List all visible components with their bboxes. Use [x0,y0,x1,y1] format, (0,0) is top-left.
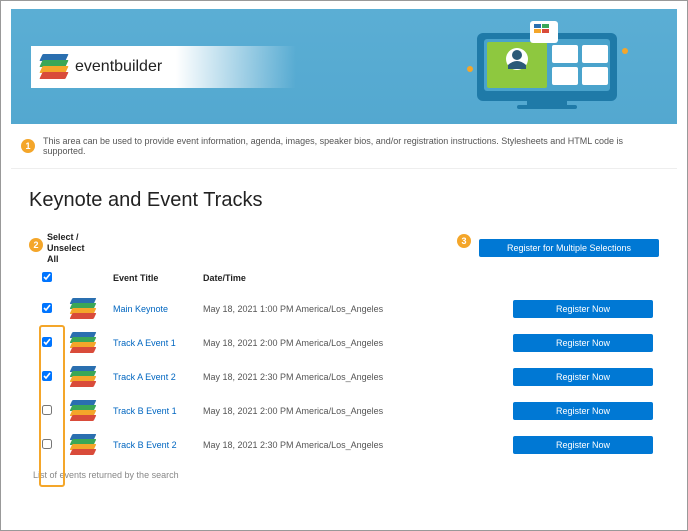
table-row: Track A Event 1 May 18, 2021 2:00 PM Amer… [29,326,659,360]
event-datetime: May 18, 2021 1:00 PM America/Los_Angeles [197,292,507,326]
layers-icon [71,434,95,454]
event-datetime: May 18, 2021 2:30 PM America/Los_Angeles [197,360,507,394]
table-caption: List of events returned by the search [29,462,659,480]
layers-icon [71,366,95,386]
row-checkbox[interactable] [42,439,52,449]
event-datetime: May 18, 2021 2:00 PM America/Los_Angeles [197,326,507,360]
event-title-link[interactable]: Track B Event 1 [113,406,177,416]
register-now-button[interactable]: Register Now [513,300,653,318]
col-datetime: Date/Time [197,268,507,292]
event-title-link[interactable]: Track A Event 1 [113,338,176,348]
callout-badge-2: 2 [29,238,43,252]
brand-logo: eventbuilder [31,46,176,88]
event-title-link[interactable]: Main Keynote [113,304,168,314]
table-row: Track A Event 2 May 18, 2021 2:30 PM Amer… [29,360,659,394]
callout-badge-3: 3 [457,234,471,248]
register-now-button[interactable]: Register Now [513,334,653,352]
event-datetime: May 18, 2021 2:00 PM America/Los_Angeles [197,394,507,428]
table-row: Main Keynote May 18, 2021 1:00 PM America… [29,292,659,326]
brand-name: eventbuilder [75,58,162,76]
event-title-link[interactable]: Track B Event 2 [113,440,177,450]
event-datetime: May 18, 2021 2:30 PM America/Los_Angeles [197,428,507,462]
col-title: Event Title [107,268,197,292]
row-checkbox[interactable] [42,405,52,415]
select-all-checkbox[interactable] [42,272,52,282]
register-multiple-button[interactable]: Register for Multiple Selections [479,239,659,257]
register-now-button[interactable]: Register Now [513,436,653,454]
event-title-link[interactable]: Track A Event 2 [113,372,176,382]
row-checkbox[interactable] [42,371,52,381]
select-all-label: Select / Unselect All [47,232,93,264]
row-checkbox[interactable] [42,337,52,347]
layers-icon [71,400,95,420]
register-now-button[interactable]: Register Now [513,402,653,420]
info-text: This area can be used to provide event i… [43,136,667,156]
table-row: Track B Event 1 May 18, 2021 2:00 PM Amer… [29,394,659,428]
layers-icon [71,298,95,318]
callout-badge-1: 1 [21,139,35,153]
layers-icon [41,54,67,80]
banner: eventbuilder [11,9,677,124]
page-title: Keynote and Event Tracks [29,189,659,212]
table-row: Track B Event 2 May 18, 2021 2:30 PM Amer… [29,428,659,462]
info-bar: 1 This area can be used to provide event… [11,124,677,169]
webinar-illustration [452,21,642,116]
register-now-button[interactable]: Register Now [513,368,653,386]
row-checkbox[interactable] [42,303,52,313]
layers-icon [71,332,95,352]
events-table: Event Title Date/Time Main Keynote May 18… [29,268,659,462]
